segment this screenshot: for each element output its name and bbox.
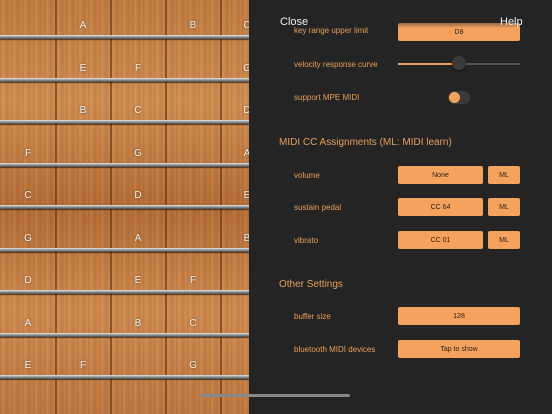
note-label: A bbox=[134, 232, 142, 244]
mpe-toggle[interactable] bbox=[448, 91, 470, 104]
bluetooth-midi-button[interactable]: Tap to show bbox=[398, 340, 520, 358]
midi-cc-title: MIDI CC Assignments (ML: MIDI learn) bbox=[279, 137, 452, 148]
string-1[interactable] bbox=[0, 35, 249, 39]
note-label: C bbox=[24, 190, 32, 201]
velocity-curve-fill bbox=[398, 63, 459, 65]
home-indicator bbox=[200, 394, 350, 397]
note-label: C bbox=[189, 317, 197, 329]
volume-label: volume bbox=[294, 171, 320, 180]
note-label: G bbox=[189, 360, 197, 371]
note-label: B bbox=[189, 20, 197, 31]
note-label: E bbox=[243, 190, 249, 201]
note-label: A bbox=[79, 20, 87, 31]
note-label: E bbox=[79, 62, 87, 74]
vibrato-ml-button[interactable]: ML bbox=[488, 231, 520, 249]
other-settings-title: Other Settings bbox=[279, 279, 343, 290]
buffer-size-label: buffer size bbox=[294, 312, 331, 321]
mpe-toggle-knob bbox=[449, 92, 460, 103]
note-label: B bbox=[79, 105, 87, 116]
note-label: E bbox=[134, 275, 142, 286]
top-bar: Close Help bbox=[249, 0, 552, 28]
string-4[interactable] bbox=[0, 162, 249, 167]
buffer-size-button[interactable]: 128 bbox=[398, 307, 520, 325]
vibrato-label: vibrato bbox=[294, 236, 319, 245]
vibrato-cc-button[interactable]: CC 01 bbox=[398, 231, 483, 249]
note-label: B bbox=[134, 317, 142, 329]
sustain-pedal-cc-button[interactable]: CC 64 bbox=[398, 198, 483, 216]
volume-ml-button[interactable]: ML bbox=[488, 166, 520, 184]
string-2[interactable] bbox=[0, 77, 249, 82]
string-8[interactable] bbox=[0, 332, 249, 337]
string-3[interactable] bbox=[0, 120, 249, 124]
close-button[interactable]: Close bbox=[280, 16, 308, 28]
string-9[interactable] bbox=[0, 375, 249, 379]
note-label: D bbox=[24, 275, 32, 286]
note-label: F bbox=[189, 275, 197, 286]
note-label: D bbox=[243, 105, 249, 116]
mpe-label: support MPE MIDI bbox=[294, 93, 360, 102]
string-5[interactable] bbox=[0, 205, 249, 209]
string-6[interactable] bbox=[0, 247, 249, 252]
help-button[interactable]: Help bbox=[500, 16, 523, 28]
note-label: G bbox=[134, 147, 142, 159]
note-label: G bbox=[24, 232, 32, 244]
note-label: F bbox=[79, 360, 87, 371]
note-label: E bbox=[24, 360, 32, 371]
bluetooth-midi-label: bluetooth MIDI devices bbox=[294, 345, 376, 354]
sustain-pedal-ml-button[interactable]: ML bbox=[488, 198, 520, 216]
volume-cc-button[interactable]: None bbox=[398, 166, 483, 184]
fretboard[interactable]: A B C E F G B C D F G A C D E G A B D E F A B C E F G bbox=[0, 0, 249, 414]
settings-panel: key range upper limit D8 Close Help velo… bbox=[249, 0, 552, 414]
note-label: D bbox=[134, 190, 142, 201]
velocity-curve-thumb[interactable] bbox=[452, 56, 466, 70]
note-label: A bbox=[24, 317, 32, 329]
sustain-pedal-label: sustain pedal bbox=[294, 203, 342, 212]
velocity-curve-label: velocity response curve bbox=[294, 60, 378, 69]
note-label: G bbox=[243, 62, 249, 74]
note-label: C bbox=[243, 20, 249, 31]
note-label: A bbox=[243, 147, 249, 159]
note-label: B bbox=[243, 232, 249, 244]
note-label: F bbox=[134, 62, 142, 74]
note-label: F bbox=[24, 147, 32, 159]
note-label: C bbox=[134, 105, 142, 116]
string-7[interactable] bbox=[0, 290, 249, 294]
